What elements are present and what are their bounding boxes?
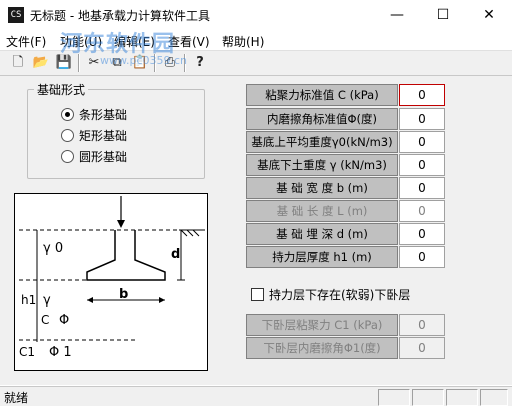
watermark-url: www.pc0359.cn	[100, 54, 188, 67]
param-label-soft-cohesion: 下卧层粘聚力 C1 (kPa)	[246, 314, 398, 336]
window-title: 无标题 - 地基承载力计算软件工具	[30, 9, 210, 23]
phi-label: Φ	[59, 313, 69, 328]
foundation-diagram-svg: γ 0 d h1 γ C Φ b C1 Φ 1	[19, 196, 205, 360]
maximize-button[interactable]: ☐	[420, 0, 466, 30]
menu-help[interactable]: 帮助(H)	[222, 33, 264, 50]
radio-label: 条形基础	[79, 108, 128, 122]
c-label: C	[41, 313, 49, 327]
soft-cohesion-input[interactable]: 0	[399, 314, 445, 336]
param-label-friction-angle: 内磨擦角标准值Φ(度)	[246, 108, 398, 130]
param-label-layer-thickness: 持力层厚度 h1 (m)	[246, 246, 398, 268]
client-area: 基础形式 条形基础 矩形基础 圆形基础 γ 0 d h1 γ C Φ b C1 …	[0, 76, 512, 385]
status-pane	[480, 389, 508, 406]
menu-file[interactable]: 文件(F)	[6, 33, 46, 50]
param-label-cohesion: 粘聚力标准值 C (kPa)	[246, 84, 398, 106]
width-input[interactable]: 0	[399, 177, 445, 199]
foundation-outline	[86, 230, 166, 281]
depth-input[interactable]: 0	[399, 223, 445, 245]
hatch-mark	[186, 229, 194, 237]
open-folder-icon[interactable]: 📂	[31, 53, 51, 73]
foundation-diagram: γ 0 d h1 γ C Φ b C1 Φ 1	[14, 193, 208, 371]
lower-unit-weight-input[interactable]: 0	[399, 154, 445, 176]
status-text: 就绪	[4, 391, 29, 405]
param-label-lower-unit-weight: 基底下土重度 γ (kN/m3)	[246, 154, 398, 176]
hatch-mark	[192, 229, 200, 237]
status-bar: 就绪	[0, 386, 512, 406]
status-pane	[446, 389, 478, 406]
param-label-soft-friction-angle: 下卧层内磨擦角Φ1(度)	[246, 337, 398, 359]
soft-layer-checkbox[interactable]	[251, 288, 264, 301]
h1-label: h1	[21, 293, 36, 307]
gamma0-label: γ 0	[43, 241, 63, 256]
radio-button[interactable]	[61, 150, 74, 163]
phi1-label: Φ 1	[49, 345, 72, 360]
new-file-icon[interactable]: 🗋	[8, 53, 28, 73]
d-label: d	[171, 247, 180, 262]
minimize-button[interactable]: —	[374, 0, 420, 30]
help-icon[interactable]: ?	[190, 53, 210, 73]
b-label: b	[119, 287, 128, 302]
c1-label: C1	[19, 345, 35, 359]
layer-thickness-input[interactable]: 0	[399, 246, 445, 268]
close-button[interactable]: ✕	[466, 0, 512, 30]
cohesion-input[interactable]: 0	[399, 84, 445, 106]
length-input[interactable]: 0	[399, 200, 445, 222]
param-label-length: 基 础 长 度 L (m)	[246, 200, 398, 222]
app-icon: CS	[8, 7, 24, 23]
param-label-width: 基 础 宽 度 b (m)	[246, 177, 398, 199]
group-title: 基础形式	[34, 81, 89, 98]
upper-unit-weight-input[interactable]: 0	[399, 131, 445, 153]
param-label-upper-unit-weight: 基底上平均重度γ0(kN/m3)	[246, 131, 398, 153]
radio-label: 矩形基础	[79, 129, 128, 143]
status-pane	[412, 389, 444, 406]
radio-button[interactable]	[61, 108, 74, 121]
soft-layer-checkbox-label[interactable]: 持力层下存在(软弱)下卧层	[269, 286, 410, 303]
width-arrow-left	[87, 297, 93, 303]
radio-label: 圆形基础	[79, 150, 128, 164]
param-label-depth: 基 础 埋 深 d (m)	[246, 223, 398, 245]
friction-angle-input[interactable]: 0	[399, 108, 445, 130]
width-arrow-right	[159, 297, 165, 303]
hatch-mark	[180, 229, 188, 237]
soft-friction-angle-input[interactable]: 0	[399, 337, 445, 359]
status-pane	[378, 389, 410, 406]
load-arrow-head	[117, 220, 125, 228]
gamma-label: γ	[43, 293, 51, 308]
radio-button[interactable]	[61, 129, 74, 142]
